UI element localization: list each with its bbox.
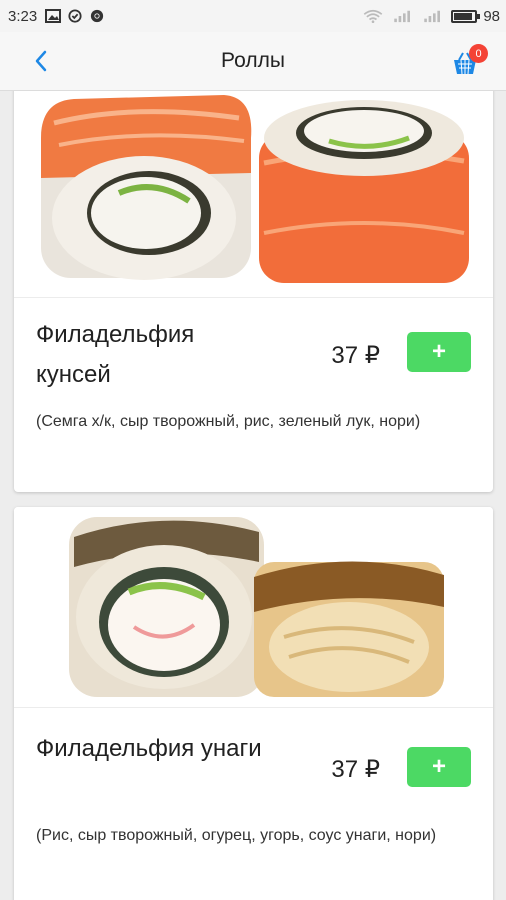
product-description: (Семга х/к, сыр творожный, рис, зеленый … [36, 413, 421, 430]
product-card: Филадельфия унаги 37 ₽ + (Рис, сыр творо… [14, 507, 493, 900]
status-time: 3:23 [8, 7, 38, 25]
page-title: Роллы [221, 49, 285, 72]
back-button[interactable] [26, 46, 56, 76]
status-system-icons: 98 [361, 8, 500, 25]
product-name: Филадельфия унаги [36, 735, 262, 762]
cart-button[interactable]: 0 [452, 44, 488, 78]
battery-icon [451, 9, 481, 23]
product-image [14, 507, 493, 708]
sushi-roll-image [41, 95, 469, 283]
product-name: Филадельфия кунсей [36, 321, 195, 388]
status-bar: 3:23 98 [0, 0, 506, 32]
add-to-cart-button[interactable]: + [407, 332, 471, 372]
status-notification-icons [45, 9, 105, 23]
chevron-left-icon [35, 50, 47, 72]
cart-count-badge: 0 [469, 44, 488, 63]
sushi-roll-image [69, 517, 444, 697]
signal-icon [424, 10, 441, 23]
add-to-cart-button[interactable]: + [407, 747, 471, 787]
product-card: Филадельфия кунсей 37 ₽ + (Семга х/к, сы… [14, 91, 493, 492]
product-description: (Рис, сыр творожный, огурец, угорь, соус… [36, 827, 437, 844]
image-icon [45, 9, 62, 23]
app-bar: Роллы 0 [0, 32, 506, 91]
product-image [14, 91, 493, 298]
battery-percent: 98 [483, 7, 500, 25]
battery-level [454, 12, 473, 20]
signal-icon [394, 10, 411, 23]
wifi-icon [364, 9, 383, 23]
product-price: 37 ₽ [331, 342, 380, 369]
check-circle-icon [68, 9, 82, 23]
product-price: 37 ₽ [331, 756, 380, 783]
product-list[interactable]: Филадельфия кунсей 37 ₽ + (Семга х/к, сы… [0, 91, 506, 900]
chrome-icon [91, 9, 104, 23]
